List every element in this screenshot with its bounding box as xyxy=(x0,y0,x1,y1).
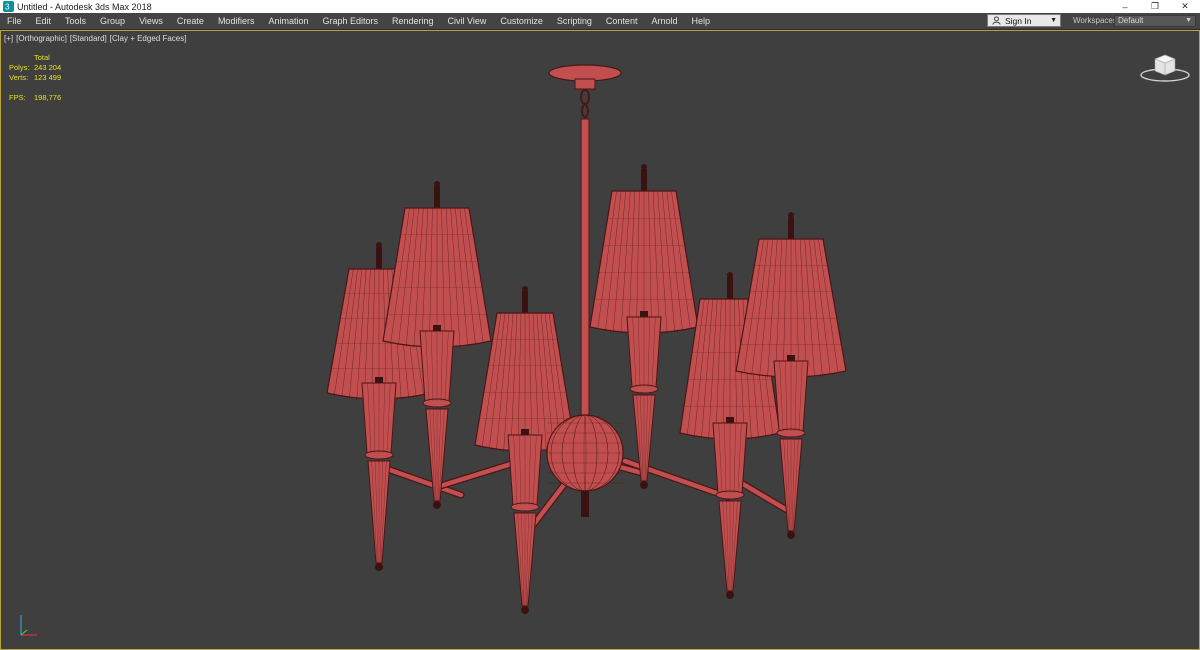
center-rod xyxy=(580,118,590,420)
lamp-tip xyxy=(726,591,734,599)
lamp-finial xyxy=(788,217,794,239)
menu-rendering[interactable]: Rendering xyxy=(385,13,441,29)
lamp-finial xyxy=(641,169,647,191)
menu-animation[interactable]: Animation xyxy=(261,13,315,29)
chevron-down-icon: ▼ xyxy=(1050,17,1057,24)
lamp-finial xyxy=(376,247,382,269)
lamp-tip xyxy=(787,531,795,539)
viewport-orthographic[interactable]: [+] [Orthographic] [Standard] [Clay + Edged… xyxy=(0,30,1200,650)
menu-modifiers[interactable]: Modifiers xyxy=(211,13,262,29)
lamp-finial-tip xyxy=(522,286,528,292)
title-bar: 3 Untitled - Autodesk 3ds Max 2018 – ❐ ✕ xyxy=(0,0,1200,13)
menu-scripting[interactable]: Scripting xyxy=(550,13,599,29)
svg-text:3: 3 xyxy=(5,3,10,12)
sign-in-label: Sign In xyxy=(1005,15,1032,26)
restore-button[interactable]: ❐ xyxy=(1140,0,1170,13)
lamp-tip xyxy=(375,563,383,571)
lamp-finial-tip xyxy=(641,164,647,170)
canopy-neck xyxy=(574,78,596,90)
workspaces-label: Workspaces: xyxy=(1073,16,1120,25)
menu-tools[interactable]: Tools xyxy=(58,13,93,29)
lamp-finial-tip xyxy=(727,272,733,278)
lamp-tip xyxy=(433,501,441,509)
lamp-finial-tip xyxy=(376,242,382,248)
menu-views[interactable]: Views xyxy=(132,13,170,29)
chain-link xyxy=(581,104,589,118)
menu-file[interactable]: File xyxy=(0,13,29,29)
sign-in-dropdown[interactable]: Sign In ▼ xyxy=(987,14,1061,27)
workspaces-value: Default xyxy=(1118,16,1144,25)
user-icon xyxy=(992,16,1001,25)
menu-arnold[interactable]: Arnold xyxy=(644,13,684,29)
minimize-button[interactable]: – xyxy=(1110,0,1140,13)
bottom-finial xyxy=(581,491,589,517)
workspaces-select[interactable]: Default ▼ xyxy=(1114,15,1196,27)
menu-graph-editors[interactable]: Graph Editors xyxy=(315,13,385,29)
lamp-finial-tip xyxy=(788,212,794,218)
chain-link xyxy=(580,89,590,105)
chandelier-model[interactable] xyxy=(1,31,1199,649)
menu-group[interactable]: Group xyxy=(93,13,132,29)
lamp-finial-tip xyxy=(434,181,440,187)
lamp-tip xyxy=(521,606,529,614)
lamp-finial xyxy=(434,186,440,208)
window-controls: – ❐ ✕ xyxy=(1110,0,1200,13)
menu-help[interactable]: Help xyxy=(684,13,717,29)
menu-create[interactable]: Create xyxy=(170,13,211,29)
3dsmax-logo-icon: 3 xyxy=(3,1,14,12)
close-button[interactable]: ✕ xyxy=(1170,0,1200,13)
lamp-finial xyxy=(727,277,733,299)
menu-civil-view[interactable]: Civil View xyxy=(441,13,494,29)
menu-edit[interactable]: Edit xyxy=(29,13,59,29)
chevron-down-icon: ▼ xyxy=(1185,17,1192,24)
window-title: Untitled - Autodesk 3ds Max 2018 xyxy=(17,1,152,12)
lamp-finial xyxy=(522,291,528,313)
menu-customize[interactable]: Customize xyxy=(493,13,550,29)
menu-content[interactable]: Content xyxy=(599,13,645,29)
lamp-tip xyxy=(640,481,648,489)
